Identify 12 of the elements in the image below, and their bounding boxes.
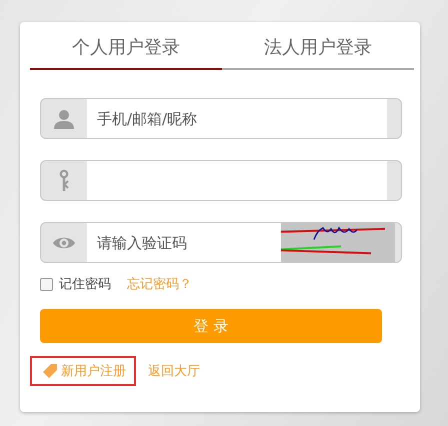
- tag-icon: [42, 363, 58, 379]
- login-button[interactable]: 登 录: [40, 309, 382, 343]
- tab[interactable]: 个人用户登录: [30, 30, 222, 70]
- back-to-lobby-link[interactable]: 返回大厅: [148, 362, 200, 380]
- input-field[interactable]: [40, 160, 402, 201]
- input-field[interactable]: 手机/邮箱/昵称: [40, 98, 402, 139]
- register-link[interactable]: 新用户注册: [30, 356, 136, 386]
- tab[interactable]: 法人用户登录: [222, 30, 414, 70]
- checkbox[interactable]: [40, 278, 53, 290]
- forgot-password-link[interactable]: 忘记密码？: [127, 275, 192, 293]
- input-field[interactable]: 请输入验证码: [40, 222, 402, 263]
- checkbox-label: 记住密码: [59, 276, 111, 293]
